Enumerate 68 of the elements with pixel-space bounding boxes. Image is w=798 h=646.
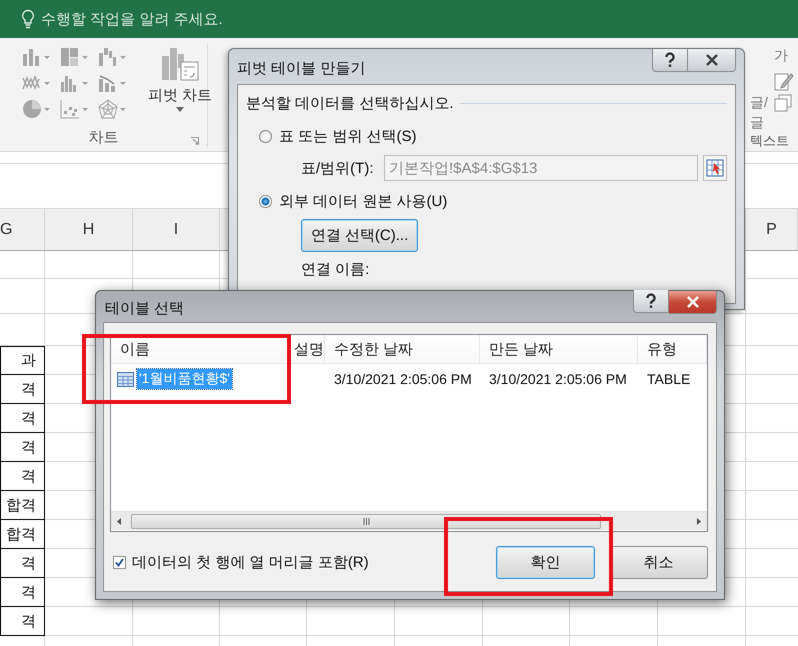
close-button[interactable] — [669, 291, 717, 314]
table-cell-text: TABLE — [646, 370, 692, 389]
help-icon — [645, 293, 657, 309]
column-header[interactable]: 설명 — [294, 340, 324, 358]
confirm-button[interactable]: 확인 — [496, 546, 595, 579]
caret-icon — [176, 107, 184, 112]
scatter-chart-icon[interactable] — [60, 99, 90, 119]
dialog-launcher-icon[interactable] — [191, 137, 199, 145]
table-cell-text: 3/10/2021 2:05:06 PM — [333, 370, 473, 389]
table-range-icon — [706, 159, 724, 177]
table-cell: 격 — [0, 549, 45, 578]
group-label: 텍스트 — [750, 132, 789, 150]
help-button[interactable] — [652, 49, 688, 72]
radio-label: 표 또는 범위 선택(S) — [279, 126, 416, 146]
close-icon — [704, 54, 718, 66]
help-icon — [664, 52, 676, 68]
checkbox-label: 데이터의 첫 행에 열 머리글 포함(R) — [132, 553, 369, 572]
column-header[interactable]: 만든 날짜 — [489, 340, 554, 358]
close-icon — [686, 296, 700, 308]
table-cell: 격 — [0, 375, 45, 404]
pie-chart-icon[interactable] — [22, 99, 52, 119]
field-label: 연결 이름: — [301, 261, 370, 279]
lightbulb-icon — [21, 9, 35, 29]
table-cell: 격 — [0, 578, 45, 607]
pencil-icon[interactable] — [774, 71, 794, 91]
waterfall-chart-icon[interactable] — [98, 47, 128, 67]
column-header[interactable]: 유형 — [647, 340, 677, 358]
table-cell: 격 — [0, 433, 45, 462]
table-cell-text: 3/10/2021 2:05:06 PM — [488, 370, 628, 389]
checkbox[interactable] — [113, 556, 126, 569]
radio-button[interactable] — [259, 130, 272, 142]
column-header[interactable]: 수정한 날짜 — [334, 340, 414, 358]
pivot-chart-icon — [160, 46, 200, 82]
radar-chart-icon[interactable] — [98, 99, 128, 119]
column-header: I — [133, 209, 220, 250]
connection-button[interactable]: 연결 선택(C)... — [301, 219, 418, 252]
table-cell: 격 — [0, 462, 45, 491]
tell-me-field[interactable]: 수행할 작업을 알려 주세요. — [41, 10, 281, 28]
pivot-chart-button[interactable]: 피벗 차트 — [148, 44, 212, 127]
section-heading: 분석할 데이터를 선택하십시오. — [246, 94, 454, 112]
copy-icon[interactable] — [774, 94, 792, 112]
ribbon-label: 글 — [750, 114, 765, 132]
column-header: G — [0, 209, 45, 250]
group-label: 차트 — [88, 128, 118, 146]
close-button[interactable] — [688, 49, 736, 72]
combo-chart-icon[interactable] — [98, 73, 128, 93]
table-icon — [117, 372, 134, 386]
help-button[interactable] — [633, 290, 669, 313]
window-title: 피벗 테이블 만들기 — [237, 59, 366, 78]
table-cell: 합격 — [0, 520, 45, 549]
histogram-chart-icon[interactable] — [60, 73, 90, 93]
column-header[interactable]: 이름 — [120, 340, 150, 358]
ribbon-label: 가 — [774, 47, 789, 65]
radio-button[interactable] — [259, 194, 272, 208]
range-picker-button[interactable] — [703, 155, 727, 181]
table-cell: 격 — [0, 607, 45, 636]
table-cell: 합격 — [0, 491, 45, 520]
table-cell: 격 — [0, 404, 45, 433]
treemap-chart-icon[interactable] — [60, 47, 90, 67]
column-header: P — [746, 209, 798, 250]
window-title: 테이블 선택 — [104, 299, 184, 318]
field-label: 표/범위(T): — [301, 158, 374, 178]
scrollbar-thumb[interactable] — [131, 514, 601, 528]
radio-label: 외부 데이터 원본 사용(U) — [279, 192, 448, 210]
ribbon-label: 글/ — [750, 94, 769, 112]
column-header: H — [45, 209, 133, 250]
column-chart-icon[interactable] — [22, 47, 52, 67]
table-cell: 과 — [0, 346, 45, 375]
